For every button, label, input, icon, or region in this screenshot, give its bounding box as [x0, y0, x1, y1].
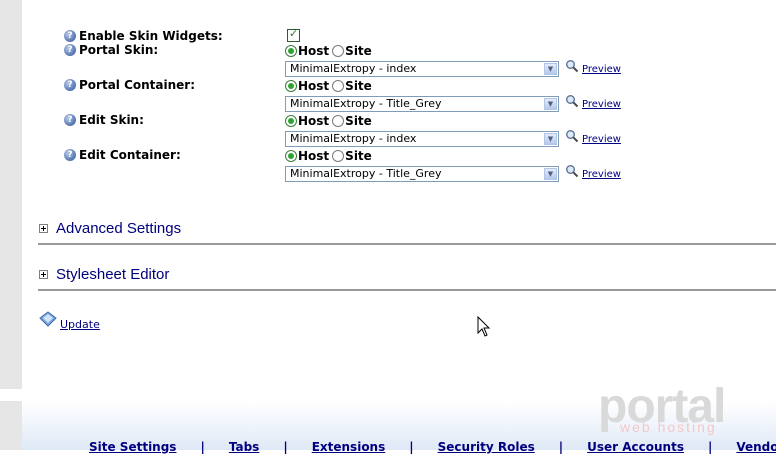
footer-separator: |	[707, 440, 713, 454]
edit-skin-select[interactable]: MinimalExtropy - index ▼	[285, 131, 559, 147]
portal-skin-site-radio[interactable]	[332, 45, 345, 57]
edit-skin-radio-group: Host Site	[285, 114, 375, 128]
portal-container-select[interactable]: MinimalExtropy - Title_Grey ▼	[285, 96, 559, 112]
checkmark-icon: ✓	[289, 27, 299, 40]
update-link[interactable]: Update	[60, 318, 100, 331]
chevron-down-icon[interactable]: ▼	[544, 98, 557, 110]
help-icon[interactable]: ?	[64, 114, 76, 126]
advanced-settings-header[interactable]: Advanced Settings	[39, 220, 181, 237]
edit-skin-site-radio[interactable]	[332, 115, 345, 127]
footer-nav: Site Settings | Tabs | Extensions | Security R…	[89, 440, 776, 454]
edit-skin-host-radio[interactable]	[285, 115, 297, 127]
portal-container-label: Portal Container:	[79, 78, 196, 92]
host-radio-label: Host	[298, 149, 330, 163]
chevron-down-icon[interactable]: ▼	[544, 63, 557, 75]
site-radio-label: Site	[345, 149, 372, 163]
enable-skin-widgets-checkbox[interactable]: ✓	[287, 27, 300, 42]
mouse-cursor-icon	[477, 316, 491, 337]
help-icon[interactable]: ?	[64, 79, 76, 91]
footer-separator: |	[283, 440, 288, 454]
site-radio-label: Site	[345, 44, 372, 58]
portal-container-select-value: MinimalExtropy - Title_Grey	[290, 97, 442, 110]
portal-skin-host-radio[interactable]	[285, 45, 297, 57]
site-radio-label: Site	[345, 114, 372, 128]
footer-separator: |	[558, 440, 564, 454]
left-gutter	[0, 0, 22, 389]
help-icon[interactable]: ?	[64, 30, 76, 42]
edit-container-select[interactable]: MinimalExtropy - Title_Grey ▼	[285, 166, 559, 182]
section-divider	[38, 243, 776, 245]
portal-skin-select-value: MinimalExtropy - index	[290, 62, 417, 75]
logo-sub-text: web hosting	[620, 419, 717, 435]
edit-container-host-radio[interactable]	[285, 150, 297, 162]
portal-container-host-radio[interactable]	[285, 80, 297, 92]
site-radio-label: Site	[345, 79, 372, 93]
expand-plus-icon[interactable]	[39, 270, 48, 279]
footer-separator: |	[409, 440, 414, 454]
footer-link-vendors[interactable]: Vendors	[736, 440, 776, 454]
portal-container-preview-link[interactable]: Preview	[582, 99, 621, 111]
host-radio-label: Host	[298, 79, 330, 93]
footer-link-extensions[interactable]: Extensions	[312, 440, 386, 454]
host-radio-label: Host	[298, 114, 330, 128]
footer-link-site-settings[interactable]: Site Settings	[89, 440, 176, 454]
portal-skin-label: Portal Skin:	[79, 43, 159, 57]
enable-skin-widgets-row: ? Enable Skin Widgets:	[64, 29, 223, 43]
update-icon[interactable]	[39, 311, 57, 327]
edit-skin-preview-link[interactable]: Preview	[582, 134, 621, 146]
portal-container-site-radio[interactable]	[332, 80, 345, 92]
edit-skin-row: ? Edit Skin:	[64, 113, 144, 127]
portal-skin-select[interactable]: MinimalExtropy - index ▼	[285, 61, 559, 77]
edit-container-radio-group: Host Site	[285, 149, 375, 163]
edit-container-label: Edit Container:	[79, 148, 181, 162]
portal-logo: portal web hosting	[598, 383, 726, 436]
footer-link-security-roles[interactable]: Security Roles	[438, 440, 535, 454]
portal-container-row: ? Portal Container:	[64, 78, 195, 92]
magnifier-icon[interactable]	[565, 59, 579, 73]
help-icon[interactable]: ?	[64, 44, 76, 56]
chevron-down-icon[interactable]: ▼	[544, 133, 557, 145]
edit-container-row: ? Edit Container:	[64, 148, 181, 162]
portal-container-radio-group: Host Site	[285, 79, 375, 93]
advanced-settings-title[interactable]: Advanced Settings	[56, 220, 181, 237]
stylesheet-editor-title[interactable]: Stylesheet Editor	[56, 266, 169, 283]
footer-link-tabs[interactable]: Tabs	[229, 440, 259, 454]
magnifier-icon[interactable]	[565, 129, 579, 143]
edit-container-preview-link[interactable]: Preview	[582, 169, 621, 181]
section-divider	[38, 289, 776, 291]
edit-container-site-radio[interactable]	[332, 150, 345, 162]
expand-plus-icon[interactable]	[39, 224, 48, 233]
enable-skin-widgets-label: Enable Skin Widgets:	[79, 29, 223, 43]
left-gutter-bottom	[0, 401, 22, 450]
portal-skin-radio-group: Host Site	[285, 44, 375, 58]
footer-link-user-accounts[interactable]: User Accounts	[587, 440, 684, 454]
help-icon[interactable]: ?	[64, 149, 76, 161]
edit-skin-select-value: MinimalExtropy - index	[290, 132, 417, 145]
portal-skin-row: ? Portal Skin:	[64, 43, 158, 57]
edit-container-select-value: MinimalExtropy - Title_Grey	[290, 167, 442, 180]
portal-skin-preview-link[interactable]: Preview	[582, 64, 621, 76]
magnifier-icon[interactable]	[565, 94, 579, 108]
host-radio-label: Host	[298, 44, 330, 58]
edit-skin-label: Edit Skin:	[79, 113, 144, 127]
chevron-down-icon[interactable]: ▼	[544, 168, 557, 180]
footer-separator: |	[200, 440, 205, 454]
magnifier-icon[interactable]	[565, 164, 579, 178]
stylesheet-editor-header[interactable]: Stylesheet Editor	[39, 266, 169, 283]
